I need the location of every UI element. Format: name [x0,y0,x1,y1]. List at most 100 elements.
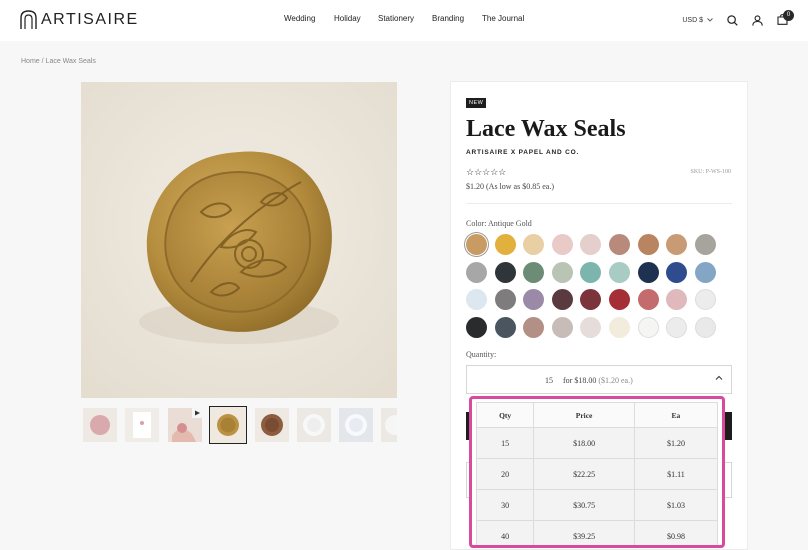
search-icon[interactable] [727,14,738,26]
color-swatch[interactable] [609,234,630,255]
divider [466,203,732,204]
thumbnail-image [168,408,202,442]
currency-selector[interactable]: USD $ [682,17,713,24]
quantity-price: for $18.00 [563,376,597,385]
table-row[interactable]: 30 $30.75 $1.03 [475,489,719,521]
color-swatch[interactable] [637,316,659,338]
product-title: Lace Wax Seals [466,116,626,142]
cart-count-badge: 0 [783,9,794,21]
thumbnail-image [297,408,331,442]
color-swatch[interactable] [666,316,688,338]
color-swatch[interactable] [466,261,487,283]
brand-logo[interactable]: ARTISAIRE [20,10,139,30]
column-header-each: Ea [633,402,719,428]
table-row[interactable]: 15 $18.00 $1.20 [475,427,719,459]
color-swatch[interactable] [666,234,688,255]
nav-holiday[interactable]: Holiday [334,14,361,23]
table-row[interactable]: 40 $39.25 $0.98 [475,520,719,545]
breadcrumb-separator: / [41,58,44,65]
color-swatch[interactable] [523,316,545,338]
product-main-image[interactable] [81,82,397,398]
color-swatch[interactable] [666,289,688,310]
color-swatch[interactable] [551,261,573,283]
product-sku: SKU: P-WS-100 [690,169,731,175]
nav-the-journal[interactable]: The Journal [482,14,524,23]
thumbnail-white-seal[interactable] [297,408,331,442]
color-swatch[interactable] [494,261,516,283]
thumbnail-partial[interactable] [381,408,397,442]
color-swatch[interactable] [694,316,716,338]
price-cell: $22.25 [533,458,635,490]
color-swatch[interactable] [466,234,487,255]
color-swatch[interactable] [694,289,716,310]
table-header-row: Qty Price Ea [475,402,719,428]
color-swatch[interactable] [666,261,688,283]
color-swatch[interactable] [637,234,659,255]
thumbnail-pink-seal[interactable] [83,408,117,442]
brand-name: ARTISAIRE [41,11,139,28]
color-swatch[interactable] [523,289,545,310]
color-swatch[interactable] [551,234,573,255]
new-badge: NEW [466,98,487,108]
thumbnail-gold-seal[interactable] [209,406,247,444]
color-swatch[interactable] [551,289,573,310]
color-swatch[interactable] [580,261,602,283]
color-label: Color: Antique Gold [466,219,532,228]
color-swatch[interactable] [494,316,516,338]
color-swatch[interactable] [551,316,573,338]
site-header: ARTISAIRE Wedding Holiday Stationery Bra… [0,0,808,41]
column-header-qty: Qty [475,402,535,428]
color-swatch[interactable] [580,234,602,255]
thumbnail-pearl-seal[interactable] [339,408,373,442]
qty-cell: 30 [475,489,535,521]
thumbnail-image [255,408,289,442]
table-row[interactable]: 20 $22.25 $1.11 [475,458,719,490]
color-swatch[interactable] [637,289,659,310]
qty-cell: 15 [475,427,535,459]
price-cell: $30.75 [533,489,635,521]
chevron-up-icon [715,375,723,380]
thumbnail-image [210,407,246,443]
price-cell: $18.00 [533,427,635,459]
quantity-number: 15 [545,376,553,385]
thumbnail-brown-seal[interactable] [255,408,289,442]
color-swatch[interactable] [694,261,716,283]
nav-stationery[interactable]: Stationery [378,14,414,23]
header-actions: USD $ 0 [682,9,794,30]
color-swatch[interactable] [466,316,487,338]
product-vendor[interactable]: ARTISAIRE X PAPEL AND CO. [466,149,579,156]
column-header-price: Price [533,402,635,428]
color-swatch[interactable] [580,289,602,310]
color-swatch[interactable] [609,261,630,283]
color-swatch[interactable] [494,234,516,255]
cart-button[interactable]: 0 [777,9,794,27]
each-cell: $0.98 [633,520,719,545]
breadcrumb-home[interactable]: Home [21,58,40,65]
thumbnail-video[interactable] [168,408,202,442]
currency-label: USD $ [682,16,703,24]
color-label-text: Color: [466,219,487,228]
nav-branding[interactable]: Branding [432,14,464,23]
rating-stars[interactable]: ☆☆☆☆☆ [466,167,506,178]
nav-wedding[interactable]: Wedding [284,14,315,23]
each-cell: $1.11 [633,458,719,490]
color-swatch[interactable] [523,234,545,255]
qty-cell: 20 [475,458,535,490]
account-icon[interactable] [752,14,763,26]
chevron-down-icon [707,18,713,22]
thumbnail-image [339,408,373,442]
color-swatch[interactable] [694,234,716,255]
color-swatch[interactable] [609,316,630,338]
thumbnail-image [381,408,397,442]
color-swatch[interactable] [609,289,630,310]
color-swatch[interactable] [466,289,487,310]
color-swatch[interactable] [494,289,516,310]
thumbnail-card[interactable] [125,408,159,442]
color-swatch[interactable] [580,316,602,338]
quantity-select[interactable]: 15 for $18.00 ($1.20 ea.) [466,365,732,394]
color-swatch[interactable] [523,261,545,283]
thumbnail-image [83,408,117,442]
color-swatch[interactable] [637,261,659,283]
quantity-label: Quantity: [466,350,497,359]
color-selected-value: Antique Gold [488,219,532,228]
